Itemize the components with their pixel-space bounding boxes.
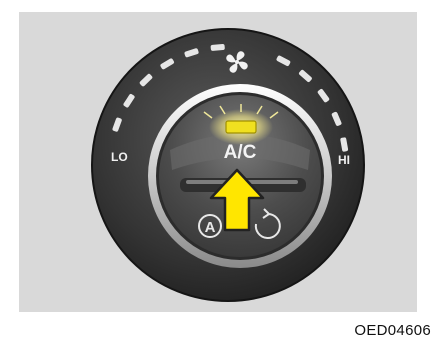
hi-label: HI	[338, 153, 350, 167]
ac-control-illustration: LO HI A/C A	[19, 12, 417, 312]
ac-label: A/C	[224, 142, 257, 163]
lo-label: LO	[111, 150, 128, 164]
fan-speed-tick	[210, 44, 225, 51]
figure-code: OED04606	[354, 322, 431, 339]
ac-indicator-lamp	[225, 120, 257, 134]
svg-text:A: A	[205, 219, 216, 236]
